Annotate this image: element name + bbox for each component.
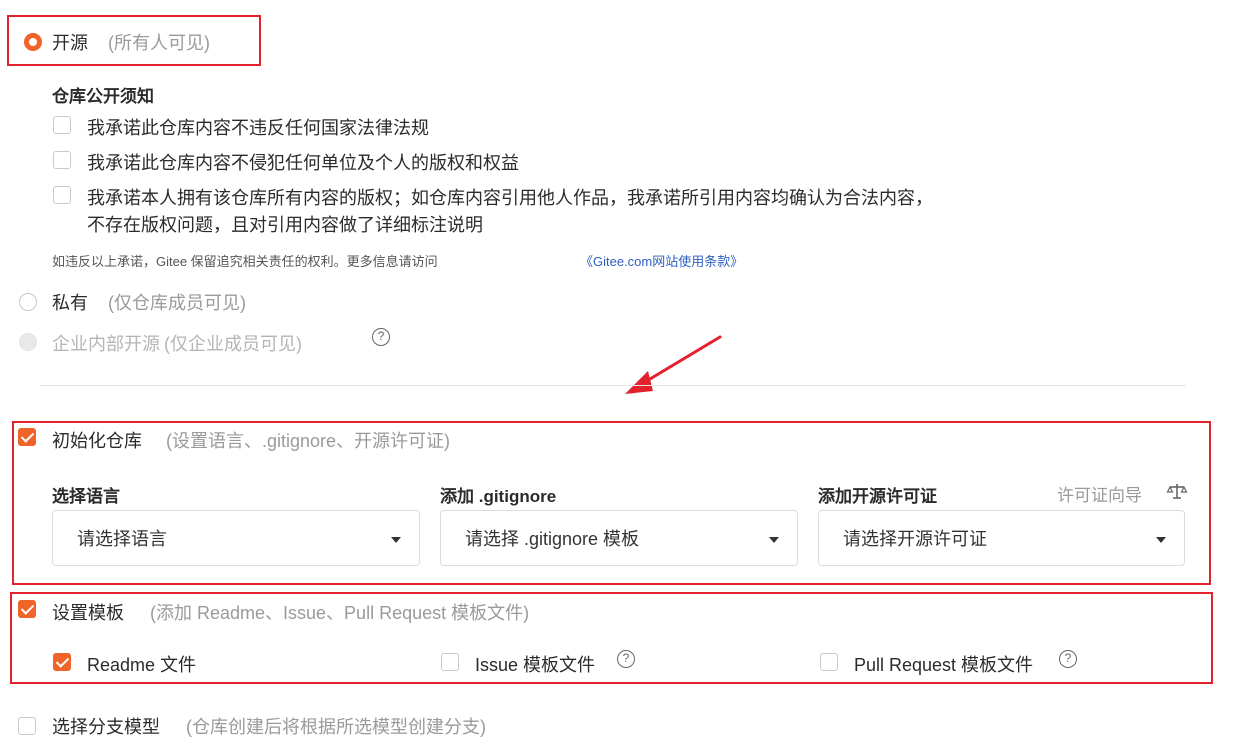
promise-1-label: 我承诺此仓库内容不违反任何国家法律法规 <box>87 118 429 138</box>
gitignore-label: 添加 .gitignore <box>440 487 557 506</box>
question-circle-icon[interactable]: ? <box>617 650 635 668</box>
promise-3-label-line1: 我承诺本人拥有该仓库所有内容的版权；如仓库内容引用他人作品，我承诺所引用内容均确… <box>87 188 933 208</box>
caret-down-icon <box>1156 537 1166 543</box>
checkbox-promise-1[interactable] <box>53 116 71 134</box>
license-select[interactable]: 请选择开源许可证 <box>818 510 1185 566</box>
language-label: 选择语言 <box>52 487 120 506</box>
checkbox-promise-3[interactable] <box>53 186 71 204</box>
radio-open[interactable] <box>24 33 42 51</box>
license-wizard-link[interactable]: 许可证向导 <box>1057 481 1142 506</box>
caret-down-icon <box>391 537 401 543</box>
annotation-arrow-icon <box>625 335 722 394</box>
language-select[interactable]: 请选择语言 <box>52 510 420 566</box>
checkbox-template[interactable] <box>18 600 36 618</box>
checkbox-promise-2[interactable] <box>53 151 71 169</box>
gitignore-select[interactable]: 请选择 .gitignore 模板 <box>440 510 798 566</box>
checkbox-issue-template[interactable] <box>441 653 459 671</box>
private-label: 私有 <box>52 293 88 313</box>
pr-template-label: Pull Request 模板文件 <box>854 655 1034 675</box>
notice-title: 仓库公开须知 <box>52 87 154 106</box>
caret-down-icon <box>769 537 779 543</box>
language-select-value: 请选择语言 <box>77 529 167 549</box>
question-circle-icon[interactable]: ? <box>1059 650 1077 668</box>
init-repo-label: 初始化仓库 <box>52 431 142 451</box>
promise-3-label-line2: 不存在版权问题，且对引用内容做了详细标注说明 <box>87 215 483 235</box>
radio-enterprise[interactable] <box>19 333 37 351</box>
readme-label: Readme 文件 <box>87 655 197 675</box>
init-repo-hint: (设置语言、.gitignore、开源许可证) <box>166 431 451 451</box>
terms-link[interactable]: 《Gitee.com网站使用条款》 <box>580 251 743 270</box>
license-label: 添加开源许可证 <box>818 487 937 506</box>
radio-private[interactable] <box>19 293 37 311</box>
section-divider <box>40 385 1186 386</box>
branch-model-hint: (仓库创建后将根据所选模型创建分支) <box>186 717 486 737</box>
checkbox-branch-model[interactable] <box>18 717 36 735</box>
enterprise-hint: (仅企业成员可见) <box>164 334 302 354</box>
promise-2-label: 我承诺此仓库内容不侵犯任何单位及个人的版权和权益 <box>87 153 519 173</box>
scales-icon[interactable] <box>1166 482 1188 500</box>
license-select-value: 请选择开源许可证 <box>843 529 987 549</box>
enterprise-label: 企业内部开源 <box>52 334 160 354</box>
issue-template-label: Issue 模板文件 <box>475 655 596 675</box>
template-hint: (添加 Readme、Issue、Pull Request 模板文件) <box>150 603 530 623</box>
checkbox-readme[interactable] <box>53 653 71 671</box>
open-hint: (所有人可见) <box>108 33 210 53</box>
footnote-text: 如违反以上承诺，Gitee 保留追究相关责任的权利。更多信息请访问 <box>52 254 438 269</box>
question-circle-icon[interactable]: ? <box>372 328 390 346</box>
checkbox-pr-template[interactable] <box>820 653 838 671</box>
private-hint: (仅仓库成员可见) <box>108 293 246 313</box>
template-label: 设置模板 <box>52 603 124 623</box>
gitignore-select-value: 请选择 .gitignore 模板 <box>465 529 640 549</box>
branch-model-label: 选择分支模型 <box>52 717 160 737</box>
checkbox-init-repo[interactable] <box>18 428 36 446</box>
open-label: 开源 <box>52 33 88 53</box>
